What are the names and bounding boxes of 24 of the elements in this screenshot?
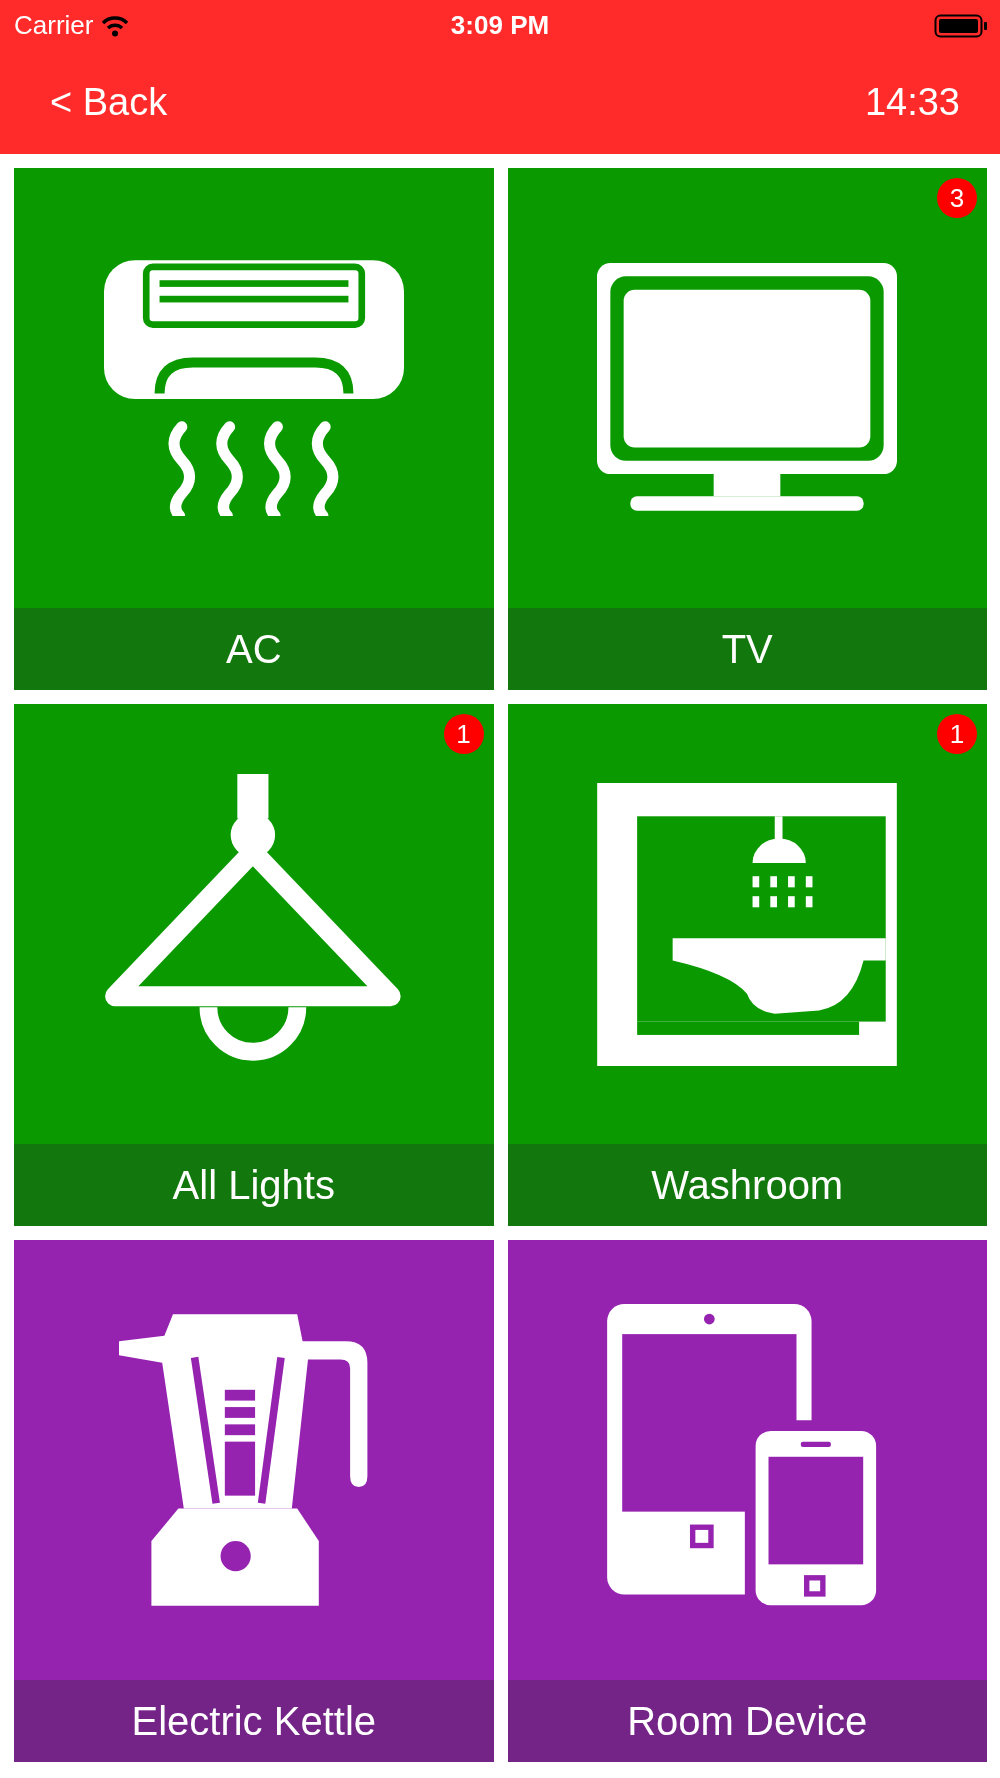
tile-label: All Lights (172, 1162, 335, 1209)
notification-count: 1 (937, 714, 977, 754)
wifi-icon (101, 14, 130, 37)
tile-label: Electric Kettle (131, 1698, 376, 1745)
tile-label: AC (225, 626, 282, 673)
header-time: 14:33 (864, 80, 960, 125)
device-tile[interactable]: All Lights 1 (14, 704, 494, 1226)
shower-sink-icon (597, 782, 898, 1066)
television-icon (597, 263, 898, 513)
device-tile[interactable]: AC (14, 168, 494, 690)
tile-label: TV (721, 626, 773, 673)
back-button[interactable]: < Back (50, 74, 168, 131)
battery-icon (934, 13, 988, 38)
notification-count: 1 (443, 714, 484, 754)
tile-label: Room Device (627, 1698, 868, 1745)
device-tile[interactable]: TV 3 (507, 168, 987, 690)
tile-label: Washroom (651, 1162, 844, 1209)
device-tile[interactable]: Room Device (507, 1240, 987, 1762)
notification-count: 3 (937, 178, 977, 218)
carrier-label: Carrier (14, 9, 94, 42)
device-tile[interactable]: Washroom 1 (507, 704, 987, 1226)
device-tile[interactable]: Electric Kettle (14, 1240, 494, 1762)
clock-time: 3:09 PM (450, 9, 550, 42)
air-conditioner-icon (103, 260, 404, 516)
